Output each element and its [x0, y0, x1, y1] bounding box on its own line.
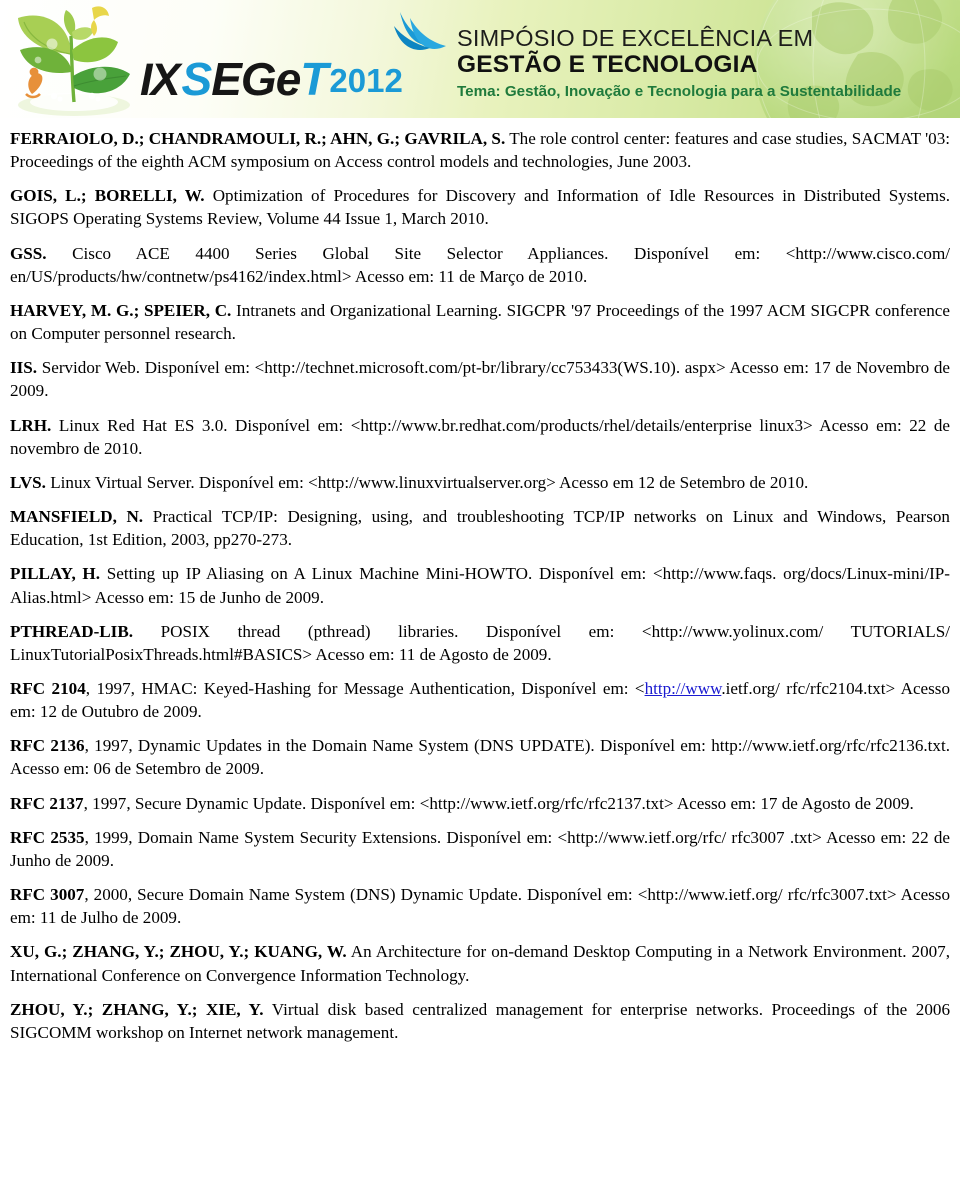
logo-acronym: SEGeT	[182, 56, 329, 102]
reference-authors: PILLAY, H.	[10, 564, 101, 584]
reference-entry-harvey: HARVEY, M. G.; SPEIER, C. Intranets and …	[10, 299, 950, 345]
logo-letter-t: T	[300, 52, 328, 105]
reference-entry-gois: GOIS, L.; BORELLI, W. Optimization of Pr…	[10, 184, 950, 230]
logo-swoosh-icon	[390, 8, 450, 62]
reference-authors: RFC 2136	[10, 736, 85, 756]
reference-entry-xu: XU, G.; ZHANG, Y.; ZHOU, Y.; KUANG, W. A…	[10, 940, 950, 986]
reference-authors: LRH.	[10, 415, 52, 435]
reference-entry-rfc-3007: RFC 3007, 2000, Secure Domain Name Syste…	[10, 883, 950, 929]
reference-entry-rfc-2535: RFC 2535, 1999, Domain Name System Secur…	[10, 826, 950, 872]
reference-entry-lvs: LVS. Linux Virtual Server. Disponível em…	[10, 471, 950, 494]
reference-authors: LVS.	[10, 472, 46, 492]
banner-title-block: SIMPÓSIO DE EXCELÊNCIA EM GESTÃO E TECNO…	[457, 25, 902, 100]
reference-authors: RFC 3007	[10, 885, 85, 905]
reference-body: Cisco ACE 4400 Series Global Site Select…	[10, 243, 950, 286]
reference-entry-ferraiolo: FERRAIOLO, D.; CHANDRAMOULI, R.; AHN, G.…	[10, 127, 950, 173]
logo-letter-g: G	[240, 52, 277, 105]
reference-entry-zhou: ZHOU, Y.; ZHANG, Y.; XIE, Y. Virtual dis…	[10, 998, 950, 1044]
reference-body: Linux Red Hat ES 3.0. Disponível em: <ht…	[10, 415, 950, 458]
reference-body: , 1997, Secure Dynamic Update. Disponíve…	[83, 793, 914, 813]
reference-authors: HARVEY, M. G.; SPEIER, C.	[10, 300, 232, 320]
reference-entry-rfc-2137: RFC 2137, 1997, Secure Dynamic Update. D…	[10, 792, 950, 815]
reference-authors: RFC 2104	[10, 678, 86, 698]
reference-list: FERRAIOLO, D.; CHANDRAMOULI, R.; AHN, G.…	[10, 127, 950, 1044]
reference-entry-pillay: PILLAY, H. Setting up IP Aliasing on A L…	[10, 562, 950, 608]
reference-authors: XU, G.; ZHANG, Y.; ZHOU, Y.; KUANG, W.	[10, 942, 347, 962]
page-body: FERRAIOLO, D.; CHANDRAMOULI, R.; AHN, G.…	[0, 127, 960, 1044]
reference-body: , 2000, Secure Domain Name System (DNS) …	[10, 885, 951, 928]
reference-authors: IIS.	[10, 358, 38, 378]
reference-authors: PTHREAD-LIB.	[10, 621, 133, 641]
reference-entry-gss: GSS. Cisco ACE 4400 Series Global Site S…	[10, 242, 950, 288]
reference-authors: GOIS, L.; BORELLI, W.	[10, 186, 205, 206]
banner-theme: Tema: Gestão, Inovação e Tecnologia para…	[457, 82, 902, 100]
reference-entry-iis: IIS. Servidor Web. Disponível em: <http:…	[10, 356, 950, 402]
reference-body-pre-link: , 1997, HMAC: Keyed-Hashing for Message …	[85, 678, 645, 698]
seget-logo: IX SEGeT 2012	[140, 38, 403, 105]
page-header-banner: IX SEGeT 2012 SIMPÓSIO DE EXCELÊNCIA EM …	[0, 0, 960, 118]
eco-plant-illustration	[8, 2, 140, 118]
reference-entry-pthread-lib: PTHREAD-LIB. POSIX thread (pthread) libr…	[10, 620, 950, 666]
reference-body: POSIX thread (pthread) libraries. Dispon…	[10, 621, 950, 664]
reference-hyperlink[interactable]: http://www	[645, 679, 722, 698]
banner-title-line1: SIMPÓSIO DE EXCELÊNCIA EM	[457, 25, 814, 51]
reference-authors: FERRAIOLO, D.; CHANDRAMOULI, R.; AHN, G.…	[10, 129, 506, 148]
logo-letter-e2: e	[275, 52, 302, 105]
reference-authors: RFC 2535	[10, 827, 85, 847]
reference-authors: ZHOU, Y.; ZHANG, Y.; XIE, Y.	[10, 999, 264, 1019]
reference-entry-mansfield: MANSFIELD, N. Practical TCP/IP: Designin…	[10, 505, 950, 551]
logo-year: 2012	[329, 62, 403, 99]
reference-body: Practical TCP/IP: Designing, using, and …	[10, 507, 950, 550]
reference-body: Linux Virtual Server. Disponível em: <ht…	[45, 472, 809, 492]
logo-letter-s: S	[181, 52, 213, 105]
reference-body: , 1997, Dynamic Updates in the Domain Na…	[10, 736, 950, 779]
reference-entry-rfc-2104: RFC 2104, 1997, HMAC: Keyed-Hashing for …	[10, 677, 950, 723]
reference-body: Servidor Web. Disponível em: <http://tec…	[10, 358, 950, 401]
reference-authors: RFC 2137	[10, 793, 84, 813]
reference-authors: MANSFIELD, N.	[10, 507, 144, 527]
reference-entry-rfc-2136: RFC 2136, 1997, Dynamic Updates in the D…	[10, 734, 950, 780]
reference-authors: GSS.	[10, 243, 47, 263]
banner-title-line2: GESTÃO E TECNOLOGIA	[457, 51, 758, 79]
reference-entry-lrh: LRH. Linux Red Hat ES 3.0. Disponível em…	[10, 414, 950, 460]
logo-letter-e: E	[211, 52, 242, 105]
logo-roman-numeral: IX	[140, 53, 181, 105]
reference-body: , 1999, Domain Name System Security Exte…	[10, 827, 950, 870]
reference-body: Setting up IP Aliasing on A Linux Machin…	[10, 564, 950, 607]
